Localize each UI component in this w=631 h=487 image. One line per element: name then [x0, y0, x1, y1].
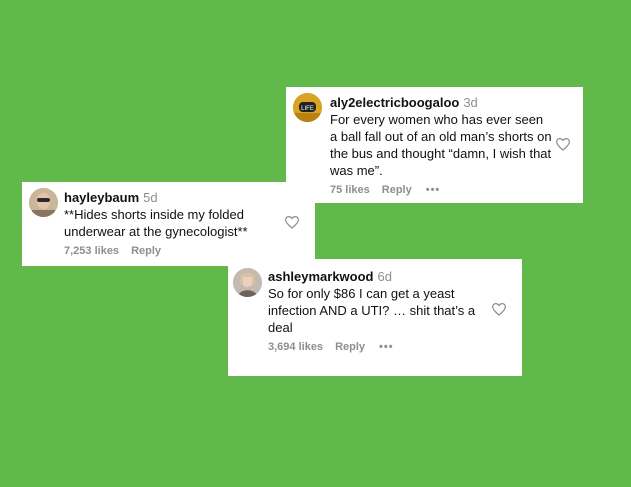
username[interactable]: hayleybaum [64, 190, 139, 205]
reply-button[interactable]: Reply [335, 341, 365, 353]
heart-outline-icon[interactable] [284, 215, 300, 229]
comment-age: 6d [377, 269, 392, 284]
reply-button[interactable]: Reply [131, 245, 161, 257]
heart-outline-icon[interactable] [491, 302, 507, 316]
comment-text: For every women who has ever seen a ball… [330, 112, 552, 178]
avatar[interactable] [233, 268, 262, 297]
likes-count[interactable]: 75 likes [330, 184, 370, 196]
comment-text: So for only $86 I can get a yeast infect… [268, 286, 476, 335]
comment-age: 5d [143, 190, 158, 205]
more-options-icon[interactable]: ••• [426, 184, 441, 196]
comment-text: **Hides shorts inside my folded underwea… [64, 207, 248, 239]
avatar[interactable] [29, 188, 58, 217]
username[interactable]: aly2electricboogaloo [330, 95, 459, 110]
comment-card-hayleybaum: hayleybaum 5d **Hides shorts inside my fo… [22, 182, 315, 266]
more-options-icon[interactable]: ••• [379, 341, 394, 353]
avatar[interactable]: LIFE [293, 93, 322, 122]
comment-age: 3d [463, 95, 478, 110]
reply-button[interactable]: Reply [382, 184, 412, 196]
svg-text:LIFE: LIFE [301, 106, 314, 112]
likes-count[interactable]: 7,253 likes [64, 245, 119, 257]
likes-count[interactable]: 3,694 likes [268, 341, 323, 353]
comment-card-aly2electricboogaloo: LIFE aly2electricboogaloo 3d For every wo… [286, 87, 583, 203]
username[interactable]: ashleymarkwood [268, 269, 374, 284]
heart-outline-icon[interactable] [555, 137, 571, 151]
comment-card-ashleymarkwood: ashleymarkwood 6d So for only $86 I can g… [228, 259, 522, 376]
